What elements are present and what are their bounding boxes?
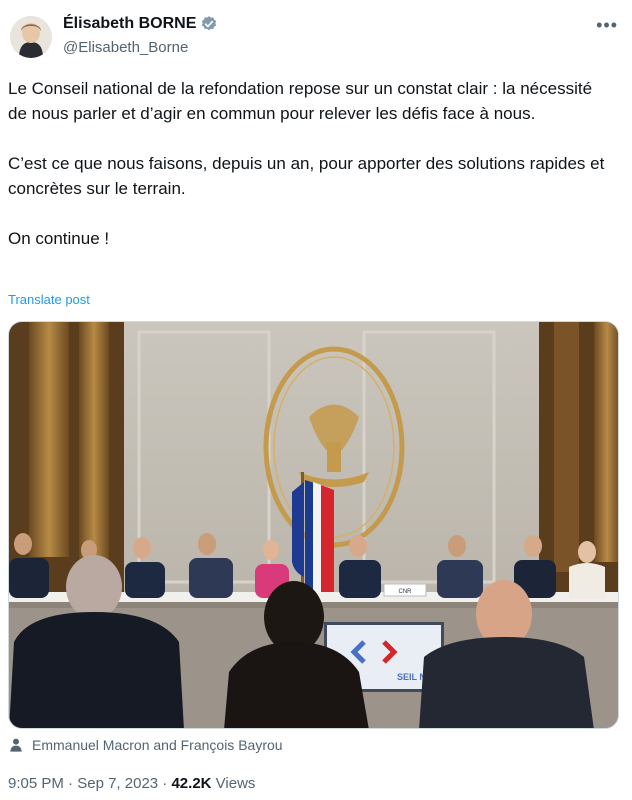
tweet-header: Élisabeth BORNE @Elisabeth_Borne ••• <box>8 12 624 60</box>
profile-photo-icon <box>10 16 52 58</box>
post-time[interactable]: 9:05 PM <box>8 775 64 792</box>
post-date[interactable]: Sep 7, 2023 <box>77 775 158 792</box>
name-row: Élisabeth BORNE <box>63 15 218 33</box>
avatar[interactable] <box>10 16 52 58</box>
tweet-photo[interactable]: CNR SEIL NATION <box>8 321 619 729</box>
meeting-photo-illustration: CNR SEIL NATION <box>9 322 618 728</box>
tweet-meta: 9:05 PM · Sep 7, 2023 · 42.2K Views <box>8 775 255 792</box>
more-horizontal-icon[interactable]: ••• <box>596 16 618 34</box>
person-icon <box>10 738 22 752</box>
translate-post-link[interactable]: Translate post <box>8 292 90 307</box>
views-count: 42.2K <box>171 775 212 792</box>
tagged-people-text[interactable]: Emmanuel Macron and François Bayrou <box>32 737 283 753</box>
display-name[interactable]: Élisabeth BORNE <box>63 15 196 33</box>
verified-badge-icon <box>202 16 217 31</box>
separator: · <box>68 775 78 792</box>
tagged-people[interactable]: Emmanuel Macron and François Bayrou <box>8 737 283 753</box>
views-label: Views <box>215 775 256 792</box>
handle[interactable]: @Elisabeth_Borne <box>63 39 188 56</box>
nameplate-text: CNR <box>399 589 413 595</box>
tweet-text: Le Conseil national de la refondation re… <box>8 79 605 248</box>
